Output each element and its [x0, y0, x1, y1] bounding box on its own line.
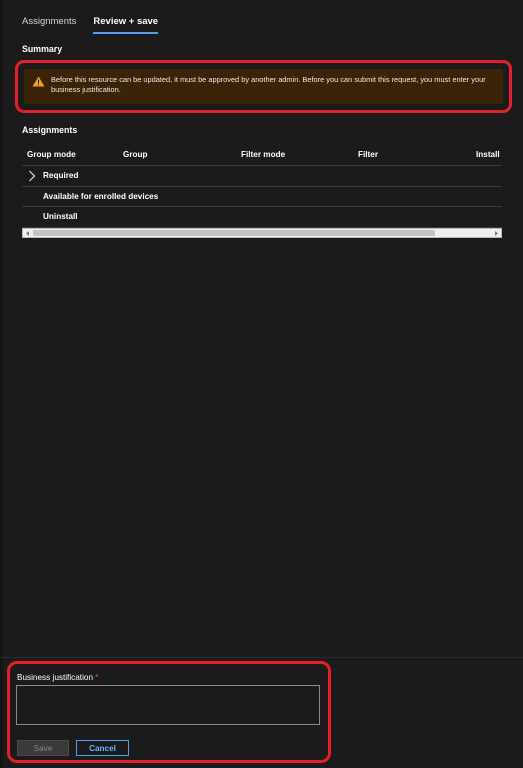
warning-message: Before this resource can be updated, it …: [51, 75, 486, 94]
table-row-required[interactable]: Required: [22, 166, 502, 187]
chevron-right-icon[interactable]: [28, 170, 36, 182]
save-button[interactable]: Save: [17, 740, 69, 756]
business-justification-input[interactable]: [16, 685, 320, 725]
scroll-left-icon[interactable]: [24, 230, 32, 237]
row-label: Uninstall: [43, 212, 78, 221]
footer-divider: [0, 657, 523, 658]
row-label: Available for enrolled devices: [43, 191, 159, 201]
table-header: Group mode Group Filter mode Filter Inst…: [22, 146, 502, 166]
tab-assignments[interactable]: Assignments: [22, 16, 76, 34]
summary-heading: Summary: [22, 44, 63, 54]
column-header-install-context: Install c: [476, 150, 502, 159]
review-save-pane: Assignments Review + save Summary Before…: [0, 0, 523, 768]
row-label: Required: [43, 171, 79, 180]
justification-label-text: Business justification: [17, 673, 93, 682]
justification-label: Business justification *: [17, 673, 98, 682]
tab-review-save[interactable]: Review + save: [93, 16, 159, 34]
assignments-heading: Assignments: [22, 125, 78, 135]
warning-triangle-icon: [32, 76, 45, 87]
cancel-button[interactable]: Cancel: [76, 740, 129, 756]
required-marker: *: [95, 673, 99, 682]
table-row-uninstall[interactable]: Uninstall: [22, 207, 502, 228]
column-header-filter: Filter: [358, 150, 379, 159]
column-header-group-mode: Group mode: [27, 150, 76, 159]
left-rail: [0, 0, 3, 768]
scrollbar-thumb[interactable]: [33, 230, 435, 236]
column-header-filter-mode: Filter mode: [241, 150, 286, 159]
scroll-right-icon[interactable]: [492, 230, 500, 237]
approval-warning-banner: Before this resource can be updated, it …: [24, 69, 503, 104]
horizontal-scrollbar[interactable]: [22, 228, 502, 238]
tab-bar: Assignments Review + save: [22, 16, 159, 34]
assignments-table: Group mode Group Filter mode Filter Inst…: [22, 146, 502, 228]
column-header-group: Group: [123, 150, 148, 159]
table-row-available[interactable]: Available for enrolled devices: [22, 187, 502, 207]
warning-highlight: Before this resource can be updated, it …: [15, 60, 512, 113]
